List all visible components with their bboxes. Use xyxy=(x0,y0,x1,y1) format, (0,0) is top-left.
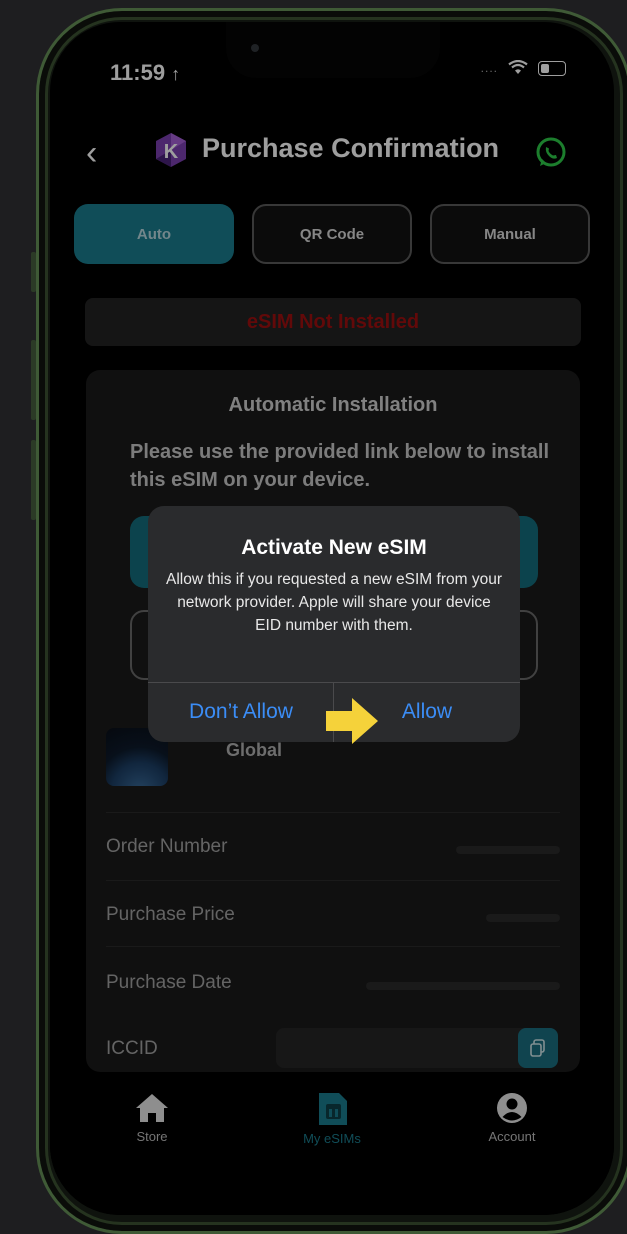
volume-down-button xyxy=(31,440,36,520)
volume-up-button xyxy=(31,340,36,420)
alert-title: Activate New eSIM xyxy=(241,536,427,559)
phone-screen: 11:59 ↑ .... ‹ K Purchase Confirmation A… xyxy=(50,22,614,1215)
alert-message: Allow this if you requested a new eSIM f… xyxy=(166,571,502,634)
mute-switch xyxy=(31,252,36,292)
arrow-right-icon xyxy=(326,698,378,744)
dont-allow-button[interactable]: Don’t Allow xyxy=(148,682,334,742)
